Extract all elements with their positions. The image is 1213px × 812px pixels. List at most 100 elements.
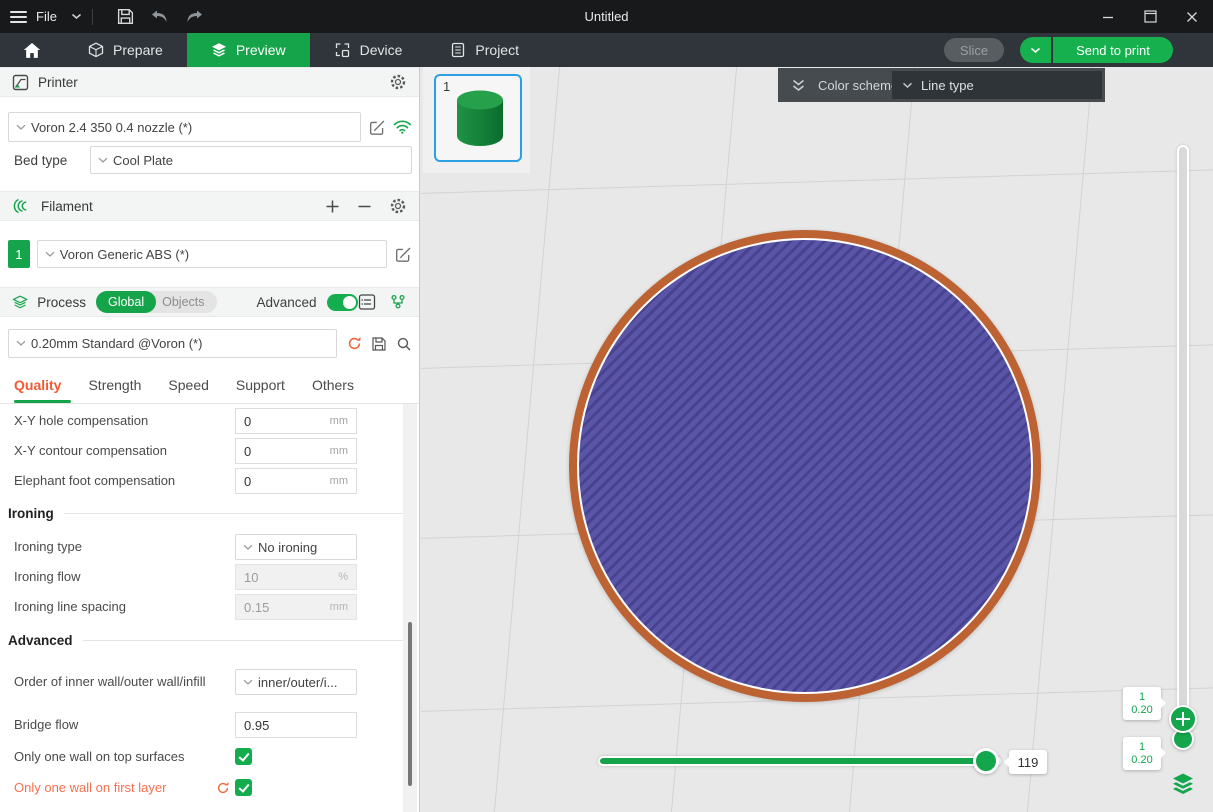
scope-objects-button[interactable]: Objects	[156, 295, 216, 309]
save-preset-icon[interactable]	[371, 336, 387, 352]
advanced-section-header: Advanced	[8, 633, 410, 648]
tab-device-label: Device	[360, 42, 403, 58]
collapse-double-chevron-icon[interactable]	[791, 79, 806, 92]
sliced-object-outer-wall[interactable]	[569, 230, 1041, 702]
device-icon	[334, 42, 351, 59]
app-window: File Untitled	[0, 0, 1213, 812]
parameter-list-icon[interactable]	[358, 293, 376, 311]
settings-sidebar: Printer Voron 2.4 350 0.4 nozzle (*)	[0, 67, 420, 812]
project-document-icon	[450, 42, 466, 58]
layer-slider-track[interactable]	[1177, 145, 1189, 745]
tab-project[interactable]: Project	[426, 33, 543, 67]
edit-printer-icon[interactable]	[369, 119, 386, 136]
file-menu-button[interactable]: File	[10, 0, 82, 33]
printer-section-header: Printer	[0, 67, 419, 97]
ironing-section-header: Ironing	[8, 506, 410, 521]
moves-slider-handle[interactable]	[973, 748, 999, 774]
bed-type-value: Cool Plate	[113, 153, 173, 168]
scope-global-button[interactable]: Global	[96, 291, 156, 313]
input-unit: mm	[330, 445, 348, 457]
tab-strength[interactable]: Strength	[88, 377, 141, 393]
minimize-button[interactable]	[1087, 0, 1129, 33]
minimize-icon	[1102, 11, 1114, 23]
edit-filament-icon[interactable]	[395, 246, 412, 263]
chevron-down-icon	[243, 679, 253, 686]
layer-upper-height: 0.20	[1131, 704, 1152, 717]
color-scheme-label: Color scheme	[818, 78, 898, 93]
tab-speed[interactable]: Speed	[168, 377, 208, 393]
preview-3d-viewport[interactable]: 1 Color scheme	[421, 67, 1213, 812]
input-unit: mm	[330, 475, 348, 487]
wifi-connected-icon[interactable]	[393, 119, 412, 135]
file-menu-label: File	[36, 9, 57, 24]
bed-type-label: Bed type	[14, 153, 67, 168]
input-value: 0	[244, 414, 251, 429]
tab-others[interactable]: Others	[312, 377, 354, 393]
process-preset-select[interactable]: 0.20mm Standard @Voron (*)	[8, 329, 337, 358]
add-filament-icon[interactable]	[325, 199, 340, 214]
section-title: Ironing	[8, 506, 54, 521]
tab-prepare[interactable]: Prepare	[64, 33, 187, 67]
filament-slot-badge[interactable]: 1	[8, 240, 30, 268]
redo-button[interactable]	[177, 0, 211, 33]
section-title: Advanced	[8, 633, 73, 648]
xy-hole-input[interactable]: 0 mm	[235, 408, 357, 434]
ironing-type-value: No ironing	[258, 540, 317, 555]
param-row-ironing-flow: Ironing flow 10 %	[0, 562, 420, 592]
layer-view-button[interactable]	[1170, 771, 1196, 797]
tab-support[interactable]: Support	[236, 377, 285, 393]
moves-slider-track[interactable]	[598, 756, 1001, 766]
undo-button[interactable]	[143, 0, 177, 33]
param-row-one-wall-first: Only one wall on first layer	[0, 775, 420, 801]
printer-settings-gear-icon[interactable]	[389, 73, 407, 91]
tab-quality[interactable]: Quality	[14, 377, 61, 393]
tab-home[interactable]	[0, 33, 64, 67]
plate-thumbnail[interactable]: 1	[434, 74, 522, 162]
filament-preset-select[interactable]: Voron Generic ABS (*)	[37, 240, 387, 268]
maximize-button[interactable]	[1129, 0, 1171, 33]
slice-button[interactable]: Slice	[944, 38, 1004, 62]
chevron-down-icon	[243, 544, 253, 551]
tab-prepare-label: Prepare	[113, 42, 163, 58]
reset-setting-icon[interactable]	[216, 781, 230, 795]
maximize-icon	[1144, 10, 1157, 23]
search-parameters-icon[interactable]	[396, 336, 412, 352]
tab-preview[interactable]: Preview	[187, 33, 310, 67]
param-label: Order of inner wall/outer wall/infill	[14, 674, 214, 690]
view-options-bar: Color scheme Line type	[778, 68, 1105, 102]
wall-order-select[interactable]: inner/outer/i...	[235, 669, 357, 695]
filament-settings-gear-icon[interactable]	[389, 197, 407, 215]
process-tab-bar: Quality Strength Speed Support Others	[0, 367, 419, 404]
printer-preset-select[interactable]: Voron 2.4 350 0.4 nozzle (*)	[8, 112, 361, 142]
remove-filament-icon[interactable]	[357, 199, 372, 214]
one-wall-first-checkbox[interactable]	[235, 779, 252, 796]
layer-lower-height: 0.20	[1131, 754, 1152, 767]
line-type-value: Line type	[921, 78, 974, 93]
layer-upper-number: 1	[1139, 691, 1145, 704]
send-to-print-button[interactable]: Send to print	[1053, 37, 1173, 63]
tab-device[interactable]: Device	[310, 33, 427, 67]
send-options-button[interactable]	[1020, 37, 1053, 63]
preview-layers-icon	[211, 42, 227, 58]
line-type-select[interactable]: Line type	[892, 71, 1102, 99]
close-button[interactable]	[1171, 0, 1213, 33]
sidebar-scrollbar-track[interactable]	[403, 404, 417, 812]
layer-slider-upper-handle[interactable]	[1169, 705, 1197, 733]
bed-type-select[interactable]: Cool Plate	[90, 146, 412, 174]
tune-parameters-icon[interactable]	[389, 293, 407, 311]
send-to-print-group: Send to print	[1020, 37, 1173, 63]
save-button[interactable]	[109, 0, 143, 33]
slice-button-label: Slice	[960, 43, 988, 58]
grid-line	[421, 169, 1213, 194]
one-wall-top-checkbox[interactable]	[235, 748, 252, 765]
ironing-type-select[interactable]: No ironing	[235, 534, 357, 560]
bridge-flow-input[interactable]: 0.95	[235, 712, 357, 738]
hamburger-icon	[10, 11, 27, 23]
xy-contour-input[interactable]: 0 mm	[235, 438, 357, 464]
input-value: 0	[244, 444, 251, 459]
process-section-title: Process	[37, 295, 86, 310]
advanced-toggle-switch[interactable]	[327, 294, 358, 311]
elephant-foot-input[interactable]: 0 mm	[235, 468, 357, 494]
sidebar-scrollbar-thumb[interactable]	[408, 622, 412, 786]
reset-process-icon[interactable]	[347, 336, 362, 351]
